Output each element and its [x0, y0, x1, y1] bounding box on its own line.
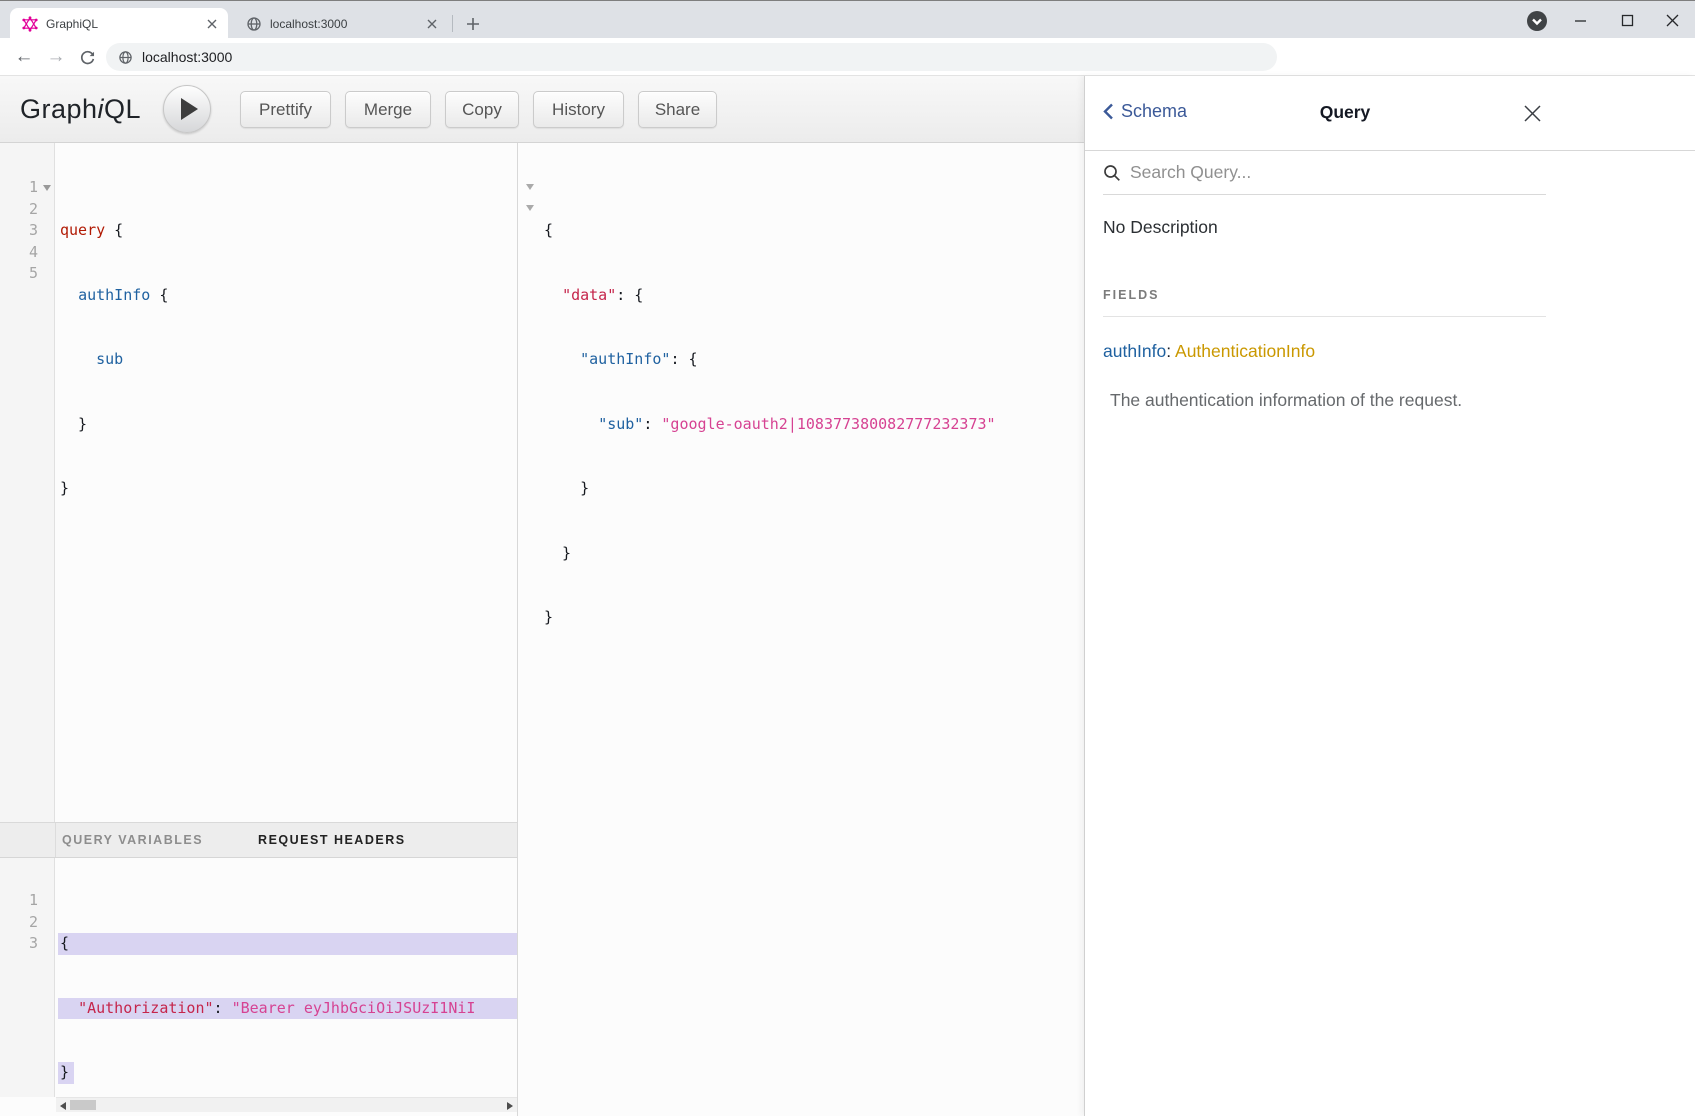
window-minimize-button[interactable] — [1566, 7, 1594, 33]
scrollbar-thumb[interactable] — [70, 1100, 96, 1110]
docs-no-description: No Description — [1103, 217, 1546, 238]
new-tab-button[interactable] — [462, 13, 484, 35]
fold-toggle-icon[interactable] — [43, 185, 51, 191]
tab-divider — [452, 15, 453, 32]
editor-panes: 1 2 3 4 5 query { authInfo { sub — [0, 143, 1084, 1116]
url-text: localhost:3000 — [142, 49, 232, 65]
docs-fields-heading: FIELDS — [1103, 288, 1695, 302]
prettify-button[interactable]: Prettify — [240, 91, 331, 128]
line-number: 3 — [0, 220, 38, 242]
scrollbar-right-arrow[interactable] — [507, 1102, 513, 1110]
graphiql-app: GraphiQL Prettify Merge Copy History Sha… — [0, 76, 1695, 1116]
browser-tab-graphiql[interactable]: GraphiQL — [10, 8, 228, 39]
browser-window: GraphiQL localhost:3000 — [0, 0, 1695, 1116]
code-line: } — [544, 607, 1084, 629]
tab-close-icon[interactable] — [424, 16, 440, 32]
browser-titlebar: GraphiQL localhost:3000 — [0, 0, 1695, 38]
graphiql-toolbar: GraphiQL Prettify Merge Copy History Sha… — [0, 76, 1084, 143]
forward-button[interactable]: → — [41, 38, 71, 76]
result-json: { "data": { "authInfo": { "sub": "google… — [544, 177, 1084, 672]
play-icon — [181, 98, 198, 120]
fold-arrow-icon[interactable] — [526, 205, 534, 211]
search-icon — [1103, 164, 1121, 182]
line-number: 2 — [0, 199, 38, 221]
code-line: "Authorization": "Bearer eyJhbGciOiJSUzI… — [60, 998, 517, 1020]
query-code: query { authInfo { sub } } — [60, 177, 517, 543]
text-selection — [58, 933, 517, 955]
graphql-logo-icon — [22, 16, 38, 32]
browser-navbar: ← → localhost:3000 UO P — [0, 38, 1695, 76]
headers-editor-gutter: 1 2 3 — [0, 858, 55, 1097]
code-line: } — [60, 414, 517, 436]
site-info-globe-icon[interactable] — [118, 50, 133, 65]
code-line: "authInfo": { — [544, 349, 1084, 371]
window-maximize-button[interactable] — [1613, 7, 1641, 33]
back-button[interactable]: ← — [9, 38, 39, 76]
browser-tab-localhost[interactable]: localhost:3000 — [234, 8, 448, 39]
query-editor-gutter: 1 2 3 4 5 — [0, 143, 55, 822]
reload-button[interactable] — [72, 38, 102, 76]
code-line: } — [544, 478, 1084, 500]
code-line: } — [60, 478, 517, 500]
request-headers-editor[interactable]: 1 2 3 { "Authorization": "Bearer eyJhbGc… — [0, 858, 517, 1097]
code-line: { — [60, 933, 517, 955]
code-line: } — [60, 1062, 517, 1084]
result-pane: { "data": { "authInfo": { "sub": "google… — [518, 143, 1084, 1116]
tab-title: GraphiQL — [46, 17, 204, 31]
field-description: The authentication information of the re… — [1110, 390, 1546, 411]
tab-request-headers[interactable]: REQUEST HEADERS — [258, 833, 406, 847]
code-line: query { — [60, 220, 517, 242]
history-button[interactable]: History — [533, 91, 624, 128]
code-line: authInfo { — [60, 285, 517, 307]
field-name-link[interactable]: authInfo — [1103, 341, 1166, 361]
globe-icon — [246, 16, 262, 32]
scrollbar-left-arrow[interactable] — [60, 1102, 66, 1110]
docs-header: Schema Query — [1085, 76, 1695, 151]
docs-search-row — [1103, 151, 1546, 195]
code-line: "sub": "google-oauth2|108377380082777232… — [544, 414, 1084, 436]
line-number: 1 — [0, 890, 38, 912]
execute-query-button[interactable] — [163, 85, 211, 133]
line-number: 3 — [0, 933, 38, 955]
fields-divider — [1103, 316, 1546, 317]
horizontal-scrollbar[interactable] — [56, 1097, 517, 1112]
code-line: "data": { — [544, 285, 1084, 307]
docs-field-row: authInfo: AuthenticationInfo — [1103, 341, 1546, 362]
docs-explorer-panel: Schema Query No Description FIELDS — [1084, 76, 1695, 1116]
docs-close-button[interactable] — [1521, 102, 1543, 124]
graphiql-main: GraphiQL Prettify Merge Copy History Sha… — [0, 76, 1084, 1116]
docs-search-input[interactable] — [1130, 162, 1470, 183]
line-number: 5 — [0, 263, 38, 285]
field-type-link[interactable]: AuthenticationInfo — [1175, 341, 1315, 361]
line-number: 1 — [0, 177, 38, 199]
share-button[interactable]: Share — [638, 91, 717, 128]
graphiql-logo: GraphiQL — [20, 76, 141, 143]
close-icon — [1523, 104, 1542, 123]
secondary-editor-tabbar: QUERY VARIABLES REQUEST HEADERS — [0, 822, 517, 858]
fold-arrow-icon[interactable] — [526, 184, 534, 190]
code-line: { — [544, 220, 1084, 242]
tab-query-variables[interactable]: QUERY VARIABLES — [62, 833, 203, 847]
address-bar[interactable]: localhost:3000 — [106, 43, 1277, 71]
query-editor[interactable]: 1 2 3 4 5 query { authInfo { sub — [0, 143, 517, 822]
field-separator: : — [1166, 341, 1175, 361]
line-number: 4 — [0, 242, 38, 264]
tab-close-icon[interactable] — [204, 16, 220, 32]
download-status-icon[interactable] — [1526, 10, 1548, 32]
window-close-button[interactable] — [1658, 7, 1686, 33]
tab-title: localhost:3000 — [270, 17, 424, 31]
query-pane: 1 2 3 4 5 query { authInfo { sub — [0, 143, 518, 1116]
code-line: } — [544, 543, 1084, 565]
line-number: 2 — [0, 912, 38, 934]
merge-button[interactable]: Merge — [345, 91, 431, 128]
code-line: sub — [60, 349, 517, 371]
headers-code: { "Authorization": "Bearer eyJhbGciOiJSU… — [60, 890, 517, 1097]
copy-button[interactable]: Copy — [445, 91, 519, 128]
